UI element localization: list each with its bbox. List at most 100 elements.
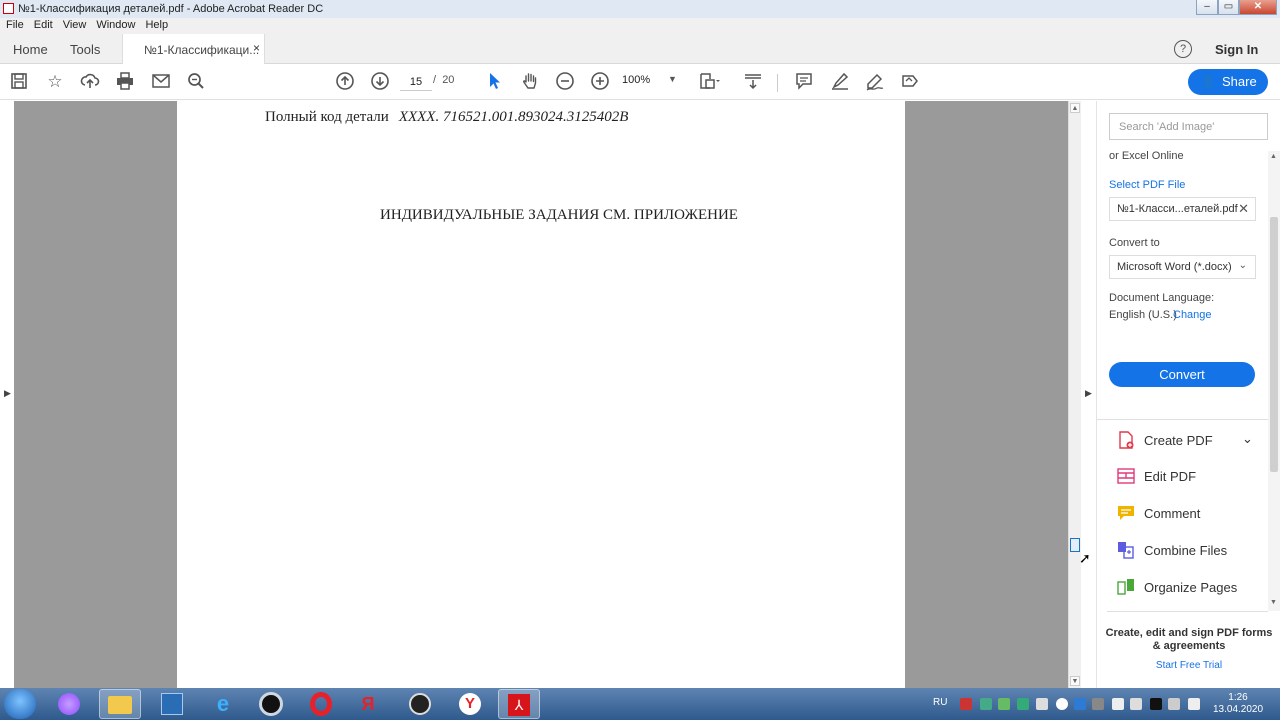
left-panel-toggle[interactable]: ▶ — [0, 101, 14, 688]
internet-explorer-icon[interactable]: e — [202, 689, 244, 719]
tab-bar: Home Tools №1-Классификаци... × ? Sign I… — [0, 34, 1280, 65]
yandex-browser-icon[interactable]: Y — [449, 689, 491, 719]
tool-organize-pages[interactable]: Organize Pages — [1117, 578, 1267, 598]
zoom-dropdown-icon[interactable]: ▼ — [668, 74, 677, 84]
scroll-down-icon[interactable]: ▼ — [1070, 676, 1080, 686]
selected-file-field[interactable]: №1-Класси...еталей.pdf ✕ — [1109, 197, 1256, 221]
scroll-down-icon[interactable]: ▼ — [1270, 599, 1277, 606]
maximize-button[interactable]: ▭ — [1218, 0, 1239, 15]
tray-app-icon[interactable] — [1150, 698, 1162, 710]
scroll-mode-icon[interactable] — [742, 71, 764, 93]
menu-file[interactable]: File — [0, 18, 28, 31]
highlight-icon[interactable] — [829, 71, 851, 93]
tray-app-icon[interactable] — [1017, 698, 1029, 710]
remove-file-icon[interactable]: ✕ — [1238, 201, 1249, 217]
select-icon[interactable] — [483, 71, 505, 93]
excel-online-text: or Excel Online — [1109, 150, 1184, 162]
network-icon[interactable] — [1168, 698, 1180, 710]
menu-help[interactable]: Help — [139, 18, 172, 31]
minimize-button[interactable]: – — [1196, 0, 1218, 15]
tool-comment[interactable]: Comment — [1117, 504, 1267, 524]
edit-pdf-icon — [1117, 467, 1135, 485]
comment-icon[interactable] — [793, 71, 815, 93]
search-icon[interactable] — [185, 71, 207, 93]
taskbar: e Я Y ⅄ RU 1:26 13.04.2020 — [0, 688, 1280, 720]
share-button[interactable]: 👤 Share — [1188, 69, 1268, 95]
tray-app-icon[interactable] — [1092, 698, 1104, 710]
file-explorer-icon[interactable] — [99, 689, 141, 719]
convert-to-select[interactable]: Microsoft Word (*.docx) ⌄ — [1109, 255, 1256, 279]
close-window-button[interactable]: ✕ — [1239, 0, 1277, 15]
bluetooth-icon[interactable] — [1074, 698, 1086, 710]
create-pdf-icon — [1117, 431, 1135, 449]
print-icon[interactable] — [114, 71, 136, 93]
page-separator: / — [433, 74, 437, 86]
tab-close-icon[interactable]: × — [253, 41, 260, 55]
convert-to-value: Microsoft Word (*.docx) — [1117, 261, 1232, 273]
expand-right-icon[interactable]: ▶ — [1085, 388, 1092, 399]
pane-scrollbar[interactable]: ▲ ▼ — [1268, 151, 1280, 611]
tool-combine-files[interactable]: Combine Files — [1117, 541, 1267, 561]
obs-icon[interactable] — [399, 689, 441, 719]
scroll-up-icon[interactable]: ▲ — [1270, 153, 1277, 160]
alice-icon[interactable] — [48, 689, 90, 719]
upload-icon[interactable] — [79, 71, 101, 93]
divider — [1107, 611, 1268, 612]
clock[interactable]: 1:26 13.04.2020 — [1213, 692, 1263, 716]
opera-icon[interactable] — [300, 689, 342, 719]
tab-tools[interactable]: Tools — [70, 42, 100, 57]
tray-app-icon[interactable] — [980, 698, 992, 710]
page-down-icon[interactable] — [369, 71, 391, 93]
menu-view[interactable]: View — [57, 18, 91, 31]
chevron-down-icon[interactable]: ⌄ — [1242, 431, 1253, 447]
fit-page-icon[interactable] — [698, 71, 720, 93]
page-up-icon[interactable] — [334, 71, 356, 93]
scroll-thumb[interactable] — [1270, 217, 1278, 472]
tab-home[interactable]: Home — [13, 42, 48, 57]
media-player-icon[interactable] — [250, 689, 292, 719]
volume-icon[interactable] — [1188, 698, 1200, 710]
tray-app-icon[interactable] — [1036, 698, 1048, 710]
files-icon[interactable] — [151, 689, 193, 719]
sign-in-link[interactable]: Sign In — [1215, 42, 1258, 57]
start-trial-link[interactable]: Start Free Trial — [1105, 660, 1273, 671]
tray-app-icon[interactable] — [1130, 698, 1142, 710]
right-panel-toggle[interactable]: ▶ — [1081, 101, 1096, 688]
yandex-icon[interactable]: Я — [347, 689, 389, 719]
speaker-icon[interactable] — [1112, 698, 1124, 710]
organize-pages-icon — [1117, 578, 1135, 596]
language-indicator[interactable]: RU — [933, 697, 947, 708]
change-language-link[interactable]: Change — [1173, 309, 1212, 321]
acrobat-taskbar-icon[interactable]: ⅄ — [498, 689, 540, 719]
tool-label: Create PDF — [1144, 433, 1213, 448]
sign-icon[interactable] — [864, 71, 886, 93]
tool-edit-pdf[interactable]: Edit PDF — [1117, 467, 1267, 487]
select-pdf-label[interactable]: Select PDF File — [1109, 179, 1185, 191]
menu-edit[interactable]: Edit — [28, 18, 57, 31]
help-icon[interactable]: ? — [1174, 40, 1192, 58]
email-icon[interactable] — [150, 71, 172, 93]
tool-create-pdf[interactable]: Create PDF ⌄ — [1117, 431, 1267, 451]
menu-window[interactable]: Window — [90, 18, 139, 31]
mouse-cursor-icon: ➚ — [1079, 550, 1091, 566]
part-code-label: Полный код детали — [265, 109, 389, 125]
hand-icon[interactable] — [519, 71, 541, 93]
zoom-in-icon[interactable] — [589, 71, 611, 93]
tray-app-icon[interactable] — [960, 698, 972, 710]
document-viewport[interactable]: ▶ Полный код детали XXXX. 716521.001.8930… — [0, 101, 1096, 688]
tray-app-icon[interactable] — [1056, 698, 1068, 710]
start-button[interactable] — [4, 689, 36, 719]
bookmark-icon[interactable]: ☆ — [44, 71, 66, 93]
page-number-input[interactable]: 15 — [400, 73, 432, 91]
tray-app-icon[interactable] — [998, 698, 1010, 710]
zoom-out-icon[interactable] — [554, 71, 576, 93]
convert-button[interactable]: Convert — [1109, 362, 1255, 387]
zoom-level[interactable]: 100% — [622, 74, 650, 86]
tools-search-input[interactable]: Search 'Add Image' — [1109, 113, 1268, 140]
tab-document[interactable]: №1-Классификаци... × — [122, 34, 265, 65]
scroll-up-icon[interactable]: ▲ — [1070, 103, 1080, 113]
document-scrollbar[interactable]: ▲ ▼ — [1068, 101, 1081, 688]
save-icon[interactable] — [8, 71, 30, 93]
expand-left-icon[interactable]: ▶ — [4, 388, 11, 399]
fill-icon[interactable] — [899, 71, 921, 93]
